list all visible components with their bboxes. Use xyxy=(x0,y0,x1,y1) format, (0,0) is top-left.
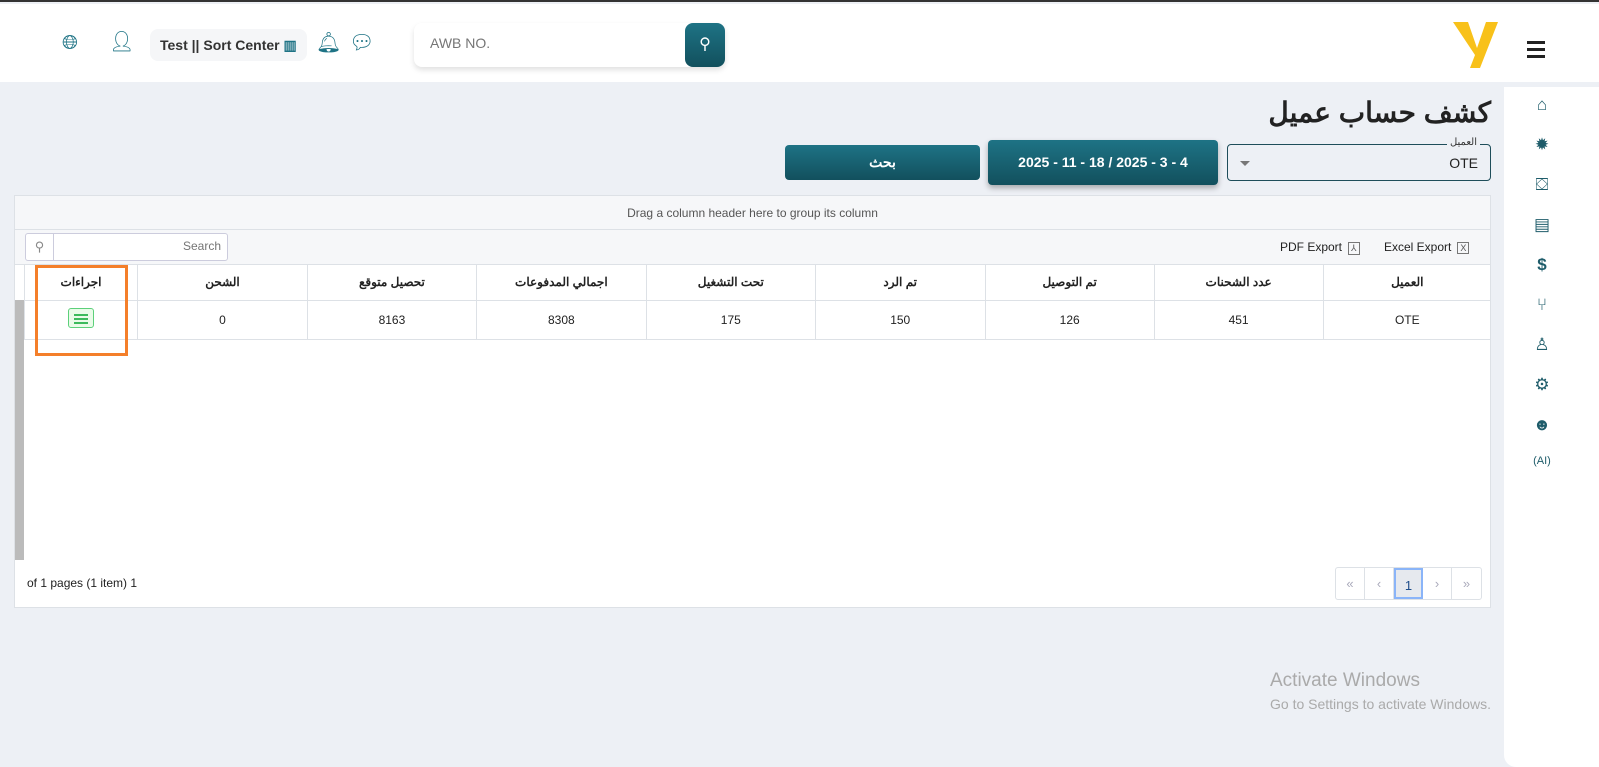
table-row: OTE 451 126 150 175 8308 8163 0 xyxy=(23,300,1491,340)
data-table: العميل عدد الشحنات تم التوصيل تم الرد تح… xyxy=(23,265,1491,340)
chat-icon[interactable]: 💬︎ xyxy=(349,33,374,53)
sidebar: ⌂ ✹ ⛋ ▤ $ ⑂ ♙ ⚙ ☻ (AI) xyxy=(1504,87,1599,767)
cell: OTE xyxy=(1322,300,1491,340)
clipboard-icon[interactable]: ▤ xyxy=(1532,215,1552,235)
awb-search-button[interactable]: ⚲ xyxy=(685,23,725,67)
bell-icon[interactable]: 🔔︎ xyxy=(316,33,341,53)
menu-icon[interactable] xyxy=(1527,41,1545,62)
top-bar: 🌐︎ 👤︎ Test || Sort Center ▥ 🔔︎ 💬︎ ⚲ xyxy=(0,4,1599,82)
prev-page-button[interactable]: ‹ xyxy=(1365,568,1394,599)
col-header[interactable]: تحصيل متوقع xyxy=(306,265,477,301)
col-header[interactable]: تم الرد xyxy=(814,265,986,301)
group-panel: Drag a column header here to group its c… xyxy=(15,196,1490,230)
col-header[interactable]: اجمالي المدفوعات xyxy=(475,265,647,301)
col-header[interactable]: العميل xyxy=(1322,265,1491,301)
awb-input[interactable] xyxy=(430,35,680,51)
branch-selector[interactable]: Test || Sort Center ▥ xyxy=(150,29,307,61)
agent-icon[interactable]: ☻ xyxy=(1532,415,1552,435)
client-label: العميل xyxy=(1446,137,1480,148)
awb-search: ⚲ xyxy=(414,23,725,67)
user-icon[interactable]: ♙ xyxy=(1532,335,1552,355)
client-value: OTE xyxy=(1449,155,1478,171)
building-icon: ▥ xyxy=(283,37,297,53)
cell: 175 xyxy=(645,300,816,340)
next-page-button[interactable]: › xyxy=(1423,568,1452,599)
col-header[interactable]: عدد الشحنات xyxy=(1153,265,1324,301)
watermark-title: Activate Windows xyxy=(1270,670,1420,691)
date-range-button[interactable]: 2025 - 11 - 18 / 2025 - 3 - 4 xyxy=(988,140,1218,185)
excel-icon: X xyxy=(1457,242,1470,254)
new-badge-icon[interactable]: ✹ xyxy=(1532,135,1552,155)
search-icon: ⚲ xyxy=(699,36,711,53)
page-title: كشف حساب عميل xyxy=(1268,97,1491,128)
grid-toolbar: ⚲ PDF Export⅄ Excel ExportX xyxy=(15,230,1490,265)
cell: 126 xyxy=(984,300,1155,340)
search-icon: ⚲ xyxy=(26,234,54,260)
cell: 451 xyxy=(1153,300,1324,340)
data-grid: Drag a column header here to group its c… xyxy=(14,195,1491,608)
col-header[interactable]: الشحن xyxy=(137,265,308,301)
search-button[interactable]: بحث xyxy=(785,145,980,180)
pdf-export-button[interactable]: PDF Export ⅄ xyxy=(1280,240,1360,255)
grid-search: ⚲ xyxy=(25,233,228,261)
header-row: العميل عدد الشحنات تم التوصيل تم الرد تح… xyxy=(23,265,1491,301)
row-indicator xyxy=(15,300,24,560)
pager: « ‹ 1 › » xyxy=(1335,567,1482,600)
col-header[interactable]: تم التوصيل xyxy=(984,265,1155,301)
box-check-icon[interactable]: ⛋ xyxy=(1532,175,1552,195)
watermark-subtitle: Go to Settings to activate Windows. xyxy=(1270,696,1491,712)
last-page-button[interactable]: » xyxy=(1452,568,1481,599)
grid-search-input[interactable] xyxy=(61,239,221,253)
excel-export-button[interactable]: Excel Export X xyxy=(1384,240,1470,254)
actions-cell xyxy=(23,300,138,340)
details-button[interactable] xyxy=(68,308,94,328)
home-icon[interactable]: ⌂ xyxy=(1532,95,1552,115)
cell: 150 xyxy=(814,300,986,340)
first-page-button[interactable]: « xyxy=(1336,568,1365,599)
pager-info: of 1 pages (1 item) 1 xyxy=(27,576,138,590)
client-select[interactable]: العميل OTE xyxy=(1227,137,1491,181)
gear-icon[interactable]: ⚙ xyxy=(1532,375,1552,395)
ai-headset-icon[interactable]: (AI) xyxy=(1532,455,1552,467)
page-1-button[interactable]: 1 xyxy=(1394,568,1423,599)
branch-icon[interactable]: ⑂ xyxy=(1532,295,1552,315)
cell: 8163 xyxy=(306,300,477,340)
logo xyxy=(1453,22,1498,68)
dollar-icon[interactable]: $ xyxy=(1532,255,1552,275)
col-header[interactable]: تحت التشغيل xyxy=(645,265,816,301)
globe-icon[interactable]: 🌐︎ xyxy=(62,33,78,53)
chevron-down-icon xyxy=(1240,161,1250,171)
cell: 0 xyxy=(137,300,308,340)
user-icon[interactable]: 👤︎ xyxy=(109,32,134,52)
cell: 8308 xyxy=(475,300,647,340)
pdf-icon: ⅄ xyxy=(1348,242,1360,255)
col-header[interactable]: اجراءات xyxy=(23,265,138,301)
